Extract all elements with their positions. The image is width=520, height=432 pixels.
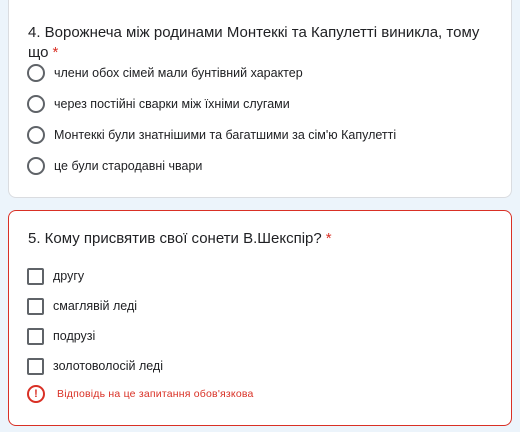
radio-option-2[interactable]: через постійні сварки між їхніми слугами <box>27 93 290 115</box>
question-4-title-text: 4. Ворожнеча між родинами Монтеккі та Ка… <box>28 24 480 61</box>
question-5-title-text: 5. Кому присвятив свої сонети В.Шекспір? <box>28 230 322 247</box>
question-5-card: 5. Кому присвятив свої сонети В.Шекспір?… <box>8 210 512 426</box>
checkbox-option-label: смаглявій леді <box>53 299 138 313</box>
radio-button[interactable] <box>27 157 45 175</box>
radio-button[interactable] <box>27 64 45 82</box>
radio-button[interactable] <box>27 95 45 113</box>
checkbox-option-label: другу <box>53 269 85 283</box>
checkbox-option-4[interactable]: золотоволосій леді <box>27 355 163 377</box>
error-message: Відповідь на це запитання обов'язкова <box>57 388 254 400</box>
checkbox-option-3[interactable]: подрузі <box>27 325 95 347</box>
question-4-card: 4. Ворожнеча між родинами Монтеккі та Ка… <box>8 0 512 198</box>
checkbox[interactable] <box>27 297 44 315</box>
checkbox-option-1[interactable]: другу <box>27 265 84 287</box>
radio-option-1[interactable]: члени обох сімей мали бунтівний характер <box>27 62 303 84</box>
checkbox-option-label: золотоволосій леді <box>53 359 164 373</box>
checkbox-option-2[interactable]: смаглявій леді <box>27 295 137 317</box>
radio-option-4[interactable]: це були стародавні чвари <box>27 155 202 177</box>
required-asterisk: * <box>52 44 59 61</box>
radio-option-label: члени обох сімей мали бунтівний характер <box>54 66 303 80</box>
question-4-title: 4. Ворожнеча між родинами Монтеккі та Ка… <box>28 23 511 63</box>
required-error: ! Відповідь на це запитання обов'язкова <box>27 385 254 403</box>
checkbox[interactable] <box>27 267 44 285</box>
checkbox[interactable] <box>27 327 44 345</box>
question-5-title: 5. Кому присвятив свої сонети В.Шекспір?… <box>28 229 332 249</box>
checkbox-option-label: подрузі <box>53 329 96 343</box>
error-circle-icon: ! <box>27 385 45 403</box>
radio-option-3[interactable]: Монтеккі були знатнішими та багатшими за… <box>27 124 396 146</box>
radio-option-label: через постійні сварки між їхніми слугами <box>54 97 290 111</box>
radio-option-label: Монтеккі були знатнішими та багатшими за… <box>54 128 397 142</box>
checkbox[interactable] <box>27 357 44 375</box>
radio-button[interactable] <box>27 126 45 144</box>
required-asterisk: * <box>325 230 332 247</box>
radio-option-label: це були стародавні чвари <box>54 159 203 173</box>
